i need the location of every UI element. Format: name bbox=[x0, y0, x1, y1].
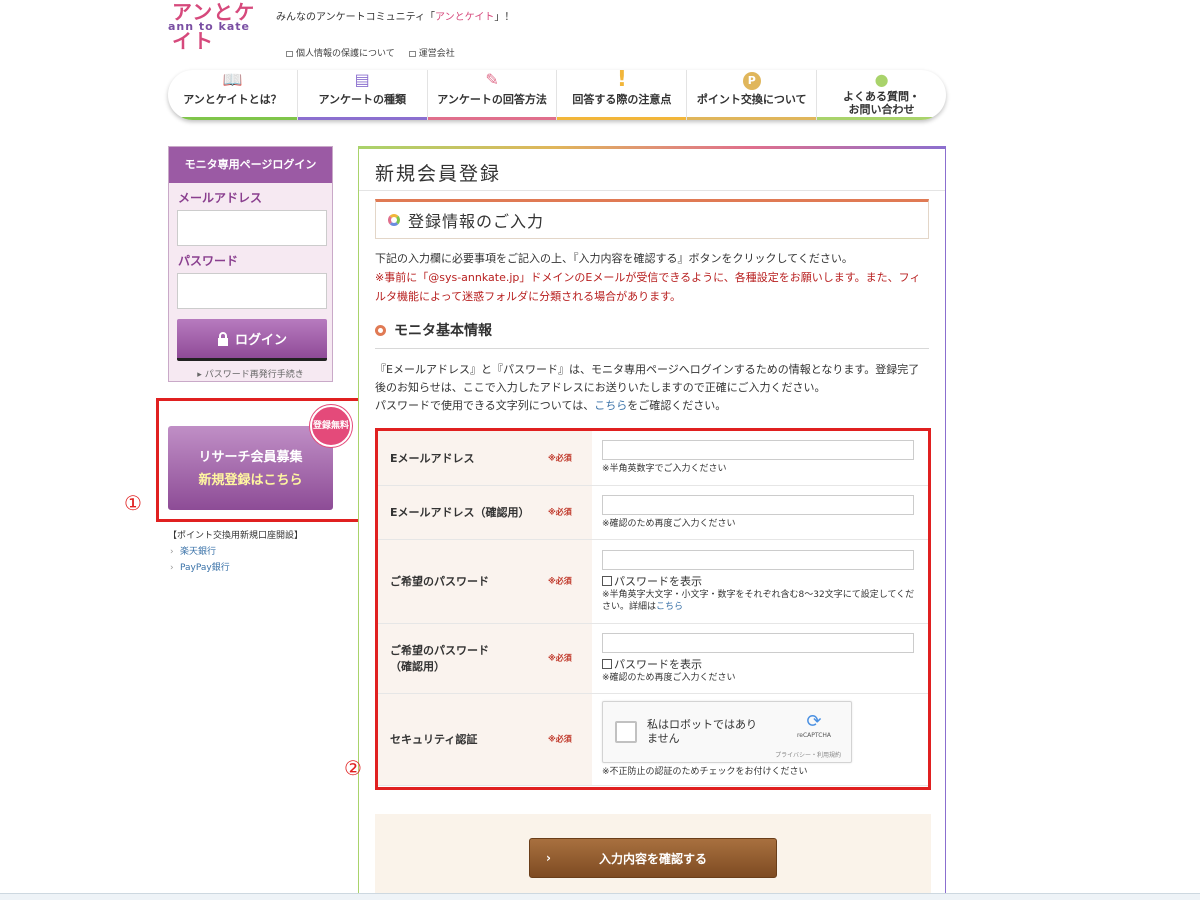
page-icon bbox=[286, 50, 293, 57]
company-link[interactable]: 運営会社 bbox=[408, 46, 455, 59]
show-password-confirm-checkbox[interactable]: パスワードを表示 bbox=[602, 656, 920, 672]
rakuten-bank-link[interactable]: 楽天銀行 bbox=[168, 544, 303, 560]
ring-icon bbox=[388, 214, 400, 226]
nav-item-about[interactable]: 📖 アンとケイトとは？ bbox=[168, 70, 298, 120]
form-row-password: ご希望のパスワード ※必須 パスワードを表示 ※半角英字大文字・小文字・数字をそれ… bbox=[378, 539, 928, 624]
intro-text: 下記の入力欄に必要事項をご記入の上、『入力内容を確認する』ボタンをクリックしてく… bbox=[375, 249, 929, 306]
chevron-right-icon: ▸ bbox=[197, 370, 205, 380]
ring-icon bbox=[375, 324, 386, 336]
page-title: 新規会員登録 bbox=[359, 149, 945, 191]
recaptcha-privacy-link[interactable]: プライバシー・利用規約 bbox=[775, 750, 841, 759]
confirm-input-button[interactable]: › 入力内容を確認する bbox=[529, 838, 777, 878]
tagline: みんなのアンケートコミュニティ「アンとケイト」！ bbox=[276, 12, 515, 23]
warning-text: ※事前に「@sys-annkate.jp」ドメインのEメールが受信できるように、… bbox=[375, 271, 921, 303]
form-row-password-confirm: ご希望のパスワード （確認用） ※必須 パスワードを表示 ※確認のため再度ご入力くだ… bbox=[378, 623, 928, 694]
login-password-input[interactable] bbox=[177, 273, 327, 309]
signup-banner[interactable]: リサーチ会員募集 新規登録はこちら bbox=[168, 426, 333, 510]
paypay-bank-link[interactable]: PayPay銀行 bbox=[168, 560, 303, 576]
email-confirm-input[interactable] bbox=[602, 494, 914, 515]
chevron-right-icon: › bbox=[546, 851, 551, 865]
recaptcha-logo: ⟳ reCAPTCHA bbox=[789, 710, 839, 739]
nav-item-cautions[interactable]: ! 回答する際の注意点 bbox=[557, 70, 688, 120]
password-label: パスワード bbox=[178, 254, 239, 268]
main-nav: 📖 アンとケイトとは？ ▤ アンケートの種類 ✎ アンケートの回答方法 ! 回答する際の… bbox=[168, 70, 946, 120]
exclamation-icon: ! bbox=[616, 70, 627, 92]
password-reset-link[interactable]: ▸ パスワード再発行手続き bbox=[169, 367, 332, 380]
email-label: メールアドレス bbox=[178, 191, 263, 205]
document-icon: ▤ bbox=[354, 70, 370, 89]
password-input[interactable] bbox=[602, 549, 914, 570]
main-panel: 新規会員登録 登録情報のご入力 下記の入力欄に必要事項をご記入の上、『入力内容を… bbox=[358, 146, 946, 900]
top-links: 個人情報の保護について 運営会社 bbox=[286, 46, 455, 59]
logo-subtext: ann to kate bbox=[168, 20, 251, 33]
pencil-icon: ✎ bbox=[485, 70, 499, 89]
form-row-security: セキュリティ認証 ※必須 私はロボットではありません ⟳ reCAPTCHA プライ… bbox=[378, 693, 928, 786]
submit-area: › 入力内容を確認する bbox=[375, 814, 931, 900]
person-icon: ● bbox=[874, 70, 889, 89]
privacy-link[interactable]: 個人情報の保護について bbox=[286, 46, 395, 59]
login-panel: モニタ専用ページログイン メールアドレス パスワード ログイン ▸ パスワード再… bbox=[168, 146, 333, 382]
show-password-checkbox[interactable]: パスワードを表示 bbox=[602, 573, 920, 589]
window-bottom-bar bbox=[0, 893, 1200, 900]
password-rules-link[interactable]: こちら bbox=[656, 602, 683, 612]
nav-item-faq[interactable]: ● よくある質問・お問い合わせ bbox=[817, 70, 946, 120]
annotation-marker-2: ② bbox=[344, 756, 362, 780]
recaptcha-checkbox[interactable] bbox=[615, 720, 637, 743]
registration-form: Eメールアドレス ※必須 ※半角英数字でご入力ください Eメールアドレス（確認用）… bbox=[378, 431, 928, 786]
login-button[interactable]: ログイン bbox=[177, 319, 327, 361]
bank-links: 【ポイント交換用新規口座開設】 楽天銀行 PayPay銀行 bbox=[168, 528, 303, 576]
book-icon: 📖 bbox=[222, 70, 243, 89]
recaptcha-icon: ⟳ bbox=[806, 710, 822, 732]
free-registration-badge: 登録無料 bbox=[310, 405, 352, 447]
password-confirm-input[interactable] bbox=[602, 632, 914, 653]
recaptcha-widget: 私はロボットではありません ⟳ reCAPTCHA プライバシー・利用規約 bbox=[602, 700, 852, 763]
annotation-marker-1: ① bbox=[124, 491, 142, 515]
login-email-input[interactable] bbox=[177, 210, 327, 246]
site-logo[interactable]: アンとケイト ann to kate bbox=[168, 0, 268, 53]
subsection-header: モニタ基本情報 bbox=[375, 320, 929, 349]
form-row-email-confirm: Eメールアドレス（確認用） ※必須 ※確認のため再度ご入力ください bbox=[378, 485, 928, 540]
section-header: 登録情報のご入力 bbox=[375, 199, 929, 239]
highlight-box-2: Eメールアドレス ※必須 ※半角英数字でご入力ください Eメールアドレス（確認用）… bbox=[375, 428, 931, 790]
points-bag-icon: P bbox=[742, 72, 761, 90]
nav-item-how-to-answer[interactable]: ✎ アンケートの回答方法 bbox=[427, 70, 558, 120]
form-row-email: Eメールアドレス ※必須 ※半角英数字でご入力ください bbox=[378, 431, 928, 486]
page-icon bbox=[408, 50, 416, 57]
email-input[interactable] bbox=[602, 440, 914, 461]
description-text: 『Eメールアドレス』と『パスワード』は、モニタ専用ページへログインするための情報… bbox=[375, 363, 920, 412]
bank-heading: 【ポイント交換用新規口座開設】 bbox=[168, 531, 304, 541]
nav-item-points[interactable]: P ポイント交換について bbox=[687, 70, 818, 120]
charset-info-link[interactable]: こちら bbox=[594, 399, 627, 412]
login-title: モニタ専用ページログイン bbox=[169, 147, 332, 183]
nav-item-survey-types[interactable]: ▤ アンケートの種類 bbox=[297, 70, 428, 120]
lock-icon bbox=[217, 331, 228, 346]
